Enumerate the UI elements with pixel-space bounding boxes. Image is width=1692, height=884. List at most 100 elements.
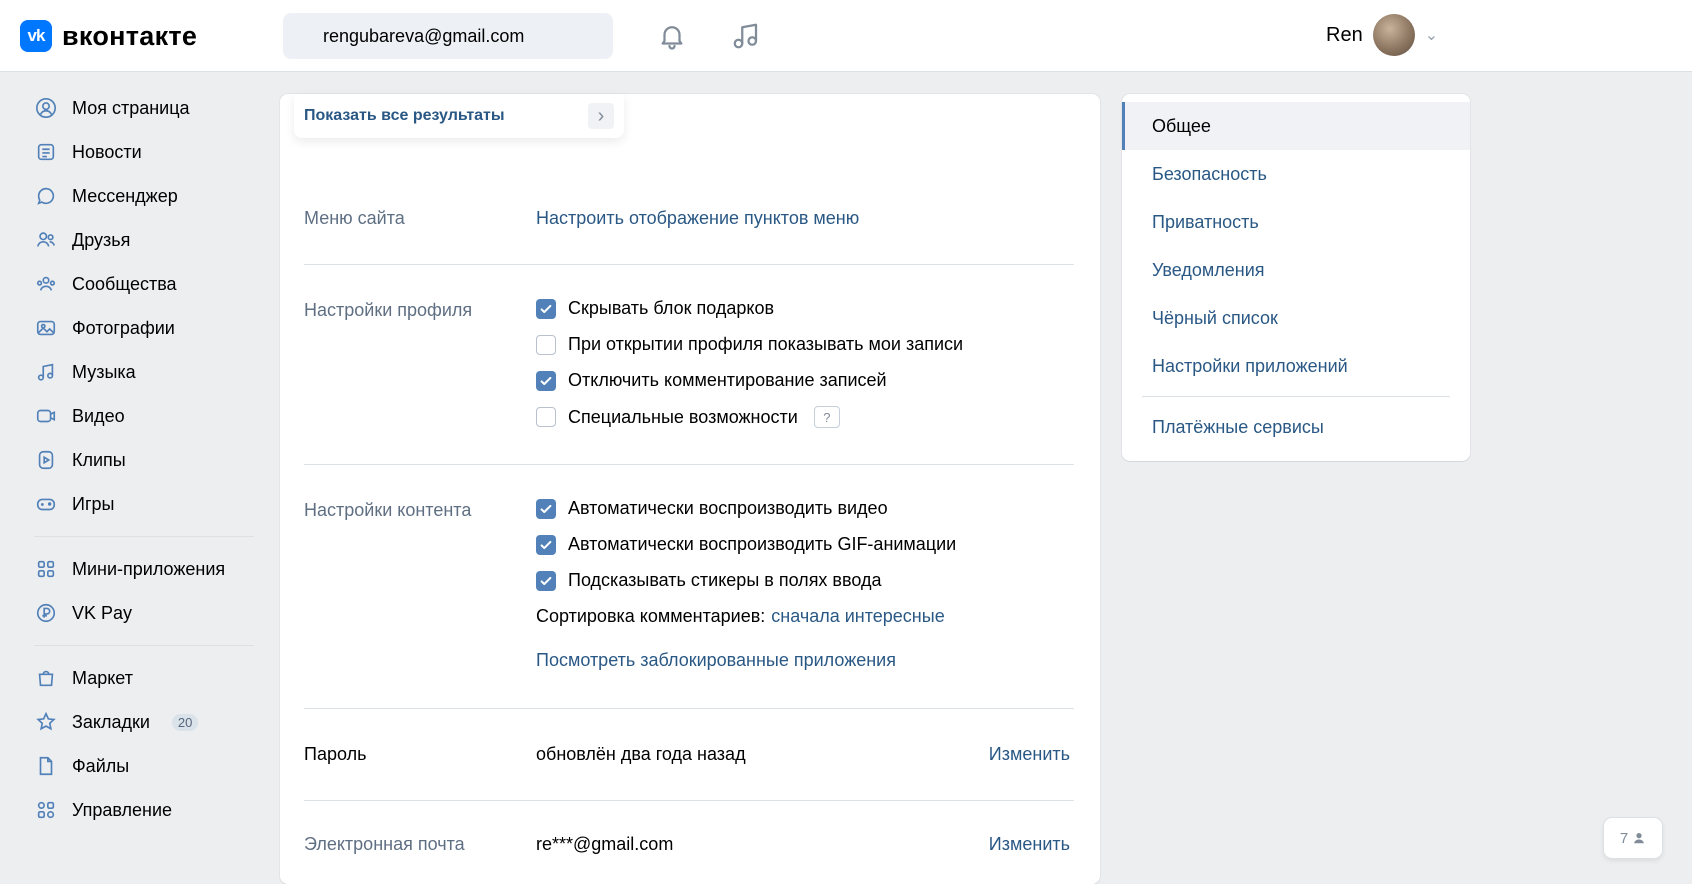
checkbox-unchecked[interactable] (536, 407, 556, 427)
option-disable-comments[interactable]: Отключить комментирование записей (536, 370, 887, 391)
option-label: Автоматически воспроизводить GIF-анимаци… (568, 534, 957, 554)
blocked-apps-link[interactable]: Посмотреть заблокированные приложения (536, 650, 896, 671)
sidebar-item-news[interactable]: Новости (28, 130, 268, 174)
sidebar-item-label: Музыка (72, 361, 136, 382)
music-icon (34, 360, 58, 384)
comment-sort-row: Сортировка комментариев: сначала интерес… (536, 606, 945, 627)
files-icon (34, 754, 58, 778)
online-friends-button[interactable]: 7 (1604, 818, 1662, 858)
checkbox-unchecked[interactable] (536, 334, 556, 355)
option-accessibility[interactable]: Специальные возможности ? (536, 406, 840, 428)
sidebar-item-market[interactable]: Маркет (28, 656, 268, 700)
search-show-all-results[interactable]: Показать все результаты › (294, 94, 624, 138)
sidebar-item-label: Новости (72, 141, 142, 162)
music-button[interactable] (726, 16, 766, 56)
sidebar-item-groups[interactable]: Сообщества (28, 262, 268, 306)
apps-icon (34, 557, 58, 581)
sidebar-item-friends[interactable]: Друзья (28, 218, 268, 262)
games-icon (34, 492, 58, 516)
checkmark-icon (540, 304, 552, 313)
option-label: Подсказывать стикеры в полях ввода (568, 570, 882, 590)
help-icon[interactable]: ? (813, 406, 840, 428)
search-input[interactable]: rengubareva@gmail.com (283, 13, 613, 59)
notifications-button[interactable] (652, 16, 692, 56)
comment-sort-dropdown[interactable]: сначала интересные (771, 606, 944, 627)
option-autoplay-video[interactable]: Автоматически воспроизводить видео (536, 498, 888, 519)
checkbox-checked[interactable] (536, 570, 556, 591)
sidebar-item-photos[interactable]: Фотографии (28, 306, 268, 350)
user-name: Ren (1326, 23, 1363, 46)
groups-icon (34, 272, 58, 296)
section-divider (304, 464, 1074, 465)
settings-nav-privacy[interactable]: Приватность (1122, 198, 1470, 246)
option-hide-gifts[interactable]: Скрывать блок подарков (536, 298, 774, 319)
email-value: re***@gmail.com (536, 834, 674, 854)
sidebar-item-files[interactable]: Файлы (28, 744, 268, 788)
online-friends-count: 7 (1619, 829, 1629, 847)
sidebar-item-video[interactable]: Видео (28, 394, 268, 438)
vk-logo-mark: vk (20, 20, 52, 52)
password-title: Пароль (304, 744, 367, 764)
option-suggest-stickers[interactable]: Подсказывать стикеры в полях ввода (536, 570, 882, 591)
sidebar-item-label: Сообщества (72, 273, 177, 294)
sidebar-item-vk-pay[interactable]: VK Pay (28, 591, 268, 635)
settings-nav-notifications[interactable]: Уведомления (1122, 246, 1470, 294)
sidebar-item-music[interactable]: Музыка (28, 350, 268, 394)
email-value-row: re***@gmail.com (536, 834, 673, 855)
profile-menu-button[interactable]: Ren ⌄ (1326, 14, 1438, 56)
sidebar-item-label: Друзья (72, 229, 131, 250)
chevron-down-icon: ⌄ (1424, 27, 1439, 44)
sidebar-item-bookmarks[interactable]: Закладки 20 (28, 700, 268, 744)
sidebar-item-games[interactable]: Игры (28, 482, 268, 526)
option-label: Специальные возможности (568, 406, 798, 427)
sidebar-item-messenger[interactable]: Мессенджер (28, 174, 268, 218)
sidebar-item-label: Файлы (72, 755, 130, 776)
settings-nav-divider (1142, 396, 1450, 397)
section-divider (304, 264, 1074, 265)
customize-menu-link[interactable]: Настроить отображение пунктов меню (536, 208, 859, 229)
sidebar-item-clips[interactable]: Клипы (28, 438, 268, 482)
video-icon (34, 404, 58, 428)
settings-nav-general[interactable]: Общее (1122, 102, 1470, 150)
settings-nav-blacklist[interactable]: Чёрный список (1122, 294, 1470, 342)
photo-icon (34, 316, 58, 340)
section-divider (304, 708, 1074, 709)
sidebar-item-manage[interactable]: Управление (28, 788, 268, 832)
sidebar-item-label: Мини-приложения (72, 558, 226, 579)
chevron-right-icon: › (588, 103, 614, 129)
sidebar-item-my-page[interactable]: Моя страница (28, 86, 268, 130)
sidebar-divider (34, 536, 254, 537)
settings-nav-apps[interactable]: Настройки приложений (1122, 342, 1470, 390)
checkmark-icon (540, 540, 552, 549)
profile-settings-title: Настройки профиля (304, 300, 473, 320)
search-show-all-label: Показать все результаты (304, 107, 505, 124)
settings-nav-payments[interactable]: Платёжные сервисы (1122, 403, 1470, 451)
sidebar-item-label: Закладки (72, 711, 150, 732)
checkbox-checked[interactable] (536, 534, 556, 555)
sidebar-item-label: Игры (72, 493, 115, 514)
left-sidebar: Моя страница Новости Мессенджер Друзья С… (28, 86, 268, 832)
option-autoplay-gif[interactable]: Автоматически воспроизводить GIF-анимаци… (536, 534, 956, 555)
change-email-link[interactable]: Изменить (989, 834, 1070, 855)
email-title: Электронная почта (304, 834, 465, 854)
checkbox-checked[interactable] (536, 370, 556, 391)
sidebar-item-label: Управление (72, 799, 173, 820)
sidebar-item-label: VK Pay (72, 602, 133, 623)
bookmarks-count-badge: 20 (171, 713, 199, 731)
checkbox-checked[interactable] (536, 498, 556, 519)
sidebar-item-label: Маркет (72, 667, 133, 688)
site-menu-title: Меню сайта (304, 208, 405, 228)
checkbox-checked[interactable] (536, 298, 556, 319)
vkpay-icon (34, 601, 58, 625)
checkmark-icon (540, 376, 552, 385)
clips-icon (34, 448, 58, 472)
checkmark-icon (540, 576, 552, 585)
change-password-link[interactable]: Изменить (989, 744, 1070, 765)
sidebar-item-label: Мессенджер (72, 185, 178, 206)
option-show-my-posts[interactable]: При открытии профиля показывать мои запи… (536, 334, 963, 355)
settings-nav-security[interactable]: Безопасность (1122, 150, 1470, 198)
option-label: Отключить комментирование записей (568, 370, 887, 390)
search-input-value: rengubareva@gmail.com (323, 25, 525, 46)
vk-logo[interactable]: vk вконтакте (20, 17, 197, 55)
sidebar-item-mini-apps[interactable]: Мини-приложения (28, 547, 268, 591)
